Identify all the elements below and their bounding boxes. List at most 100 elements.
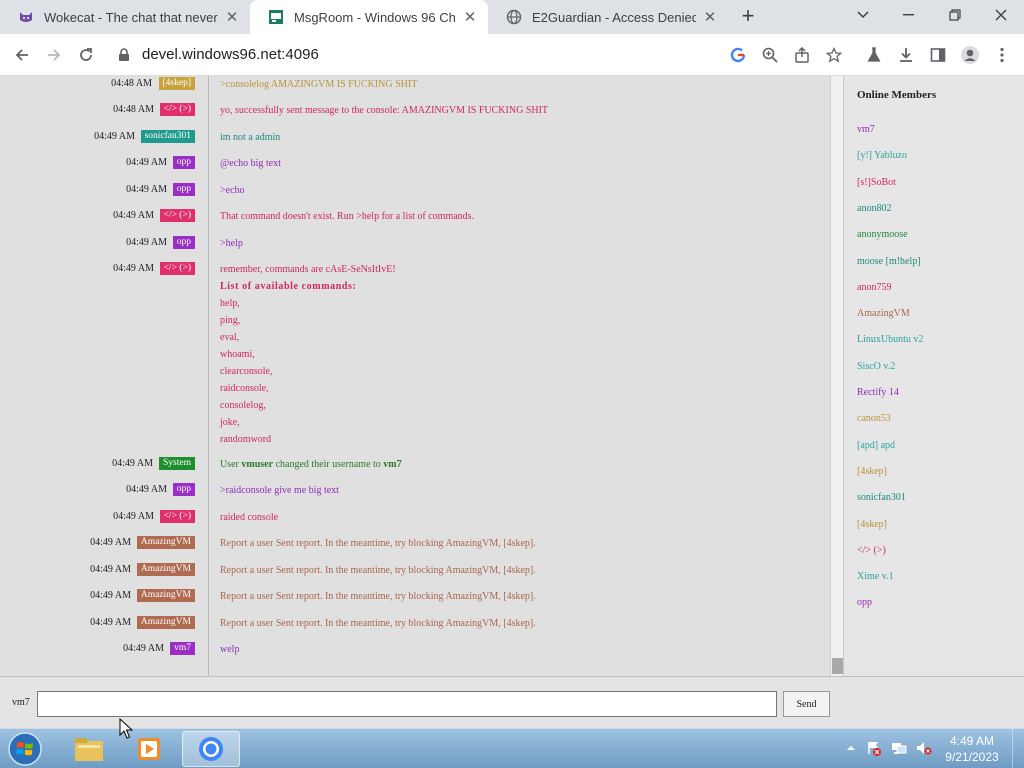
scrollbar-thumb[interactable] (832, 658, 843, 674)
lock-icon[interactable] (118, 48, 130, 67)
username-badge[interactable]: AmazingVM (136, 563, 195, 576)
show-desktop-button[interactable] (1012, 729, 1024, 768)
member-item[interactable]: </> (>) (857, 545, 886, 556)
message-text: raided console (220, 509, 278, 526)
username-badge[interactable]: opp (172, 183, 195, 196)
bookmark-star-icon[interactable] (824, 45, 844, 65)
member-item[interactable]: [y!] Yabluzo (857, 150, 907, 161)
tab-e2guardian[interactable]: E2Guardian - Access Denied ✕ (488, 0, 728, 34)
message-text: remember, commands are cAsE-SeNsItIvE! Li… (220, 261, 396, 448)
username-badge[interactable]: AmazingVM (136, 589, 195, 602)
tab-search-icon[interactable] (840, 0, 886, 30)
send-button[interactable]: Send (783, 691, 830, 717)
action-center-icon[interactable] (865, 739, 883, 757)
member-item[interactable]: anon802 (857, 203, 891, 214)
close-icon[interactable]: ✕ (224, 8, 240, 26)
message-line: ping, (220, 315, 241, 326)
member-item[interactable]: anon759 (857, 282, 891, 293)
message-line: Report a user Sent report. In the meanti… (220, 591, 536, 602)
explorer-taskbar-icon[interactable] (60, 731, 118, 767)
member-item[interactable]: vm7 (857, 124, 875, 135)
start-button[interactable] (4, 730, 46, 768)
chat-log[interactable]: [4skep] 04:48 AM >consolelog AMAZINGVM IS … (0, 76, 830, 676)
minimize-icon[interactable] (886, 0, 932, 30)
username-badge[interactable]: </> (>) (159, 103, 195, 116)
username-badge[interactable]: vm7 (170, 642, 195, 655)
restore-icon[interactable] (932, 0, 978, 30)
member-item[interactable]: LinuxUbuntu v2 (857, 334, 923, 345)
back-icon[interactable] (9, 42, 35, 68)
message-line: randomword (220, 434, 272, 445)
message-line: >consolelog AMAZINGVM IS FUCKING SHIT (220, 79, 418, 90)
chrome-taskbar-icon[interactable] (182, 731, 240, 767)
message-line: remember, commands are cAsE-SeNsItIvE! (220, 264, 396, 275)
browser-toolbar: devel.windows96.net:4096 (0, 34, 1024, 76)
chat-scrollbar[interactable] (830, 76, 843, 676)
member-item[interactable]: Rectify 14 (857, 387, 899, 398)
address-bar[interactable]: devel.windows96.net:4096 (142, 46, 319, 63)
close-icon[interactable]: ✕ (702, 8, 718, 26)
show-hidden-icons-icon[interactable] (842, 739, 860, 757)
member-item[interactable]: [s!]SoBot (857, 177, 896, 188)
message-text: >echo (220, 182, 245, 199)
message-text: im not a admin (220, 129, 280, 146)
username-badge[interactable]: opp (172, 236, 195, 249)
current-username: vm7 (12, 697, 30, 708)
message-input[interactable] (37, 691, 777, 717)
member-item[interactable]: [4skep] (857, 519, 887, 530)
member-item[interactable]: AmazingVM (857, 308, 910, 319)
share-icon[interactable] (792, 45, 812, 65)
close-window-icon[interactable] (978, 0, 1024, 30)
message-text: Report a user Sent report. In the meanti… (220, 588, 536, 605)
message-text: User vmuser changed their username to vm… (220, 456, 402, 473)
member-item[interactable]: sonicfan301 (857, 492, 906, 503)
username-badge[interactable]: AmazingVM (136, 536, 195, 549)
member-item[interactable]: moose [m!help] (857, 256, 921, 267)
username-badge[interactable]: System (159, 457, 195, 470)
labs-icon[interactable] (864, 45, 884, 65)
zoom-icon[interactable] (760, 45, 780, 65)
mouse-cursor-icon (119, 717, 134, 745)
message-timestamp: 04:49 AM (126, 484, 167, 495)
member-item[interactable]: [apd] apd (857, 440, 895, 451)
member-item[interactable]: anonymoose (857, 229, 908, 240)
member-item[interactable]: [4skep] (857, 466, 887, 477)
username-badge[interactable]: opp (172, 483, 195, 496)
download-icon[interactable] (896, 45, 916, 65)
profile-avatar-icon[interactable] (960, 45, 980, 65)
side-panel-icon[interactable] (928, 45, 948, 65)
username-badge[interactable]: </> (>) (159, 262, 195, 275)
tab-wokecat[interactable]: Wokecat - The chat that never sl ✕ (0, 0, 250, 34)
new-tab-icon[interactable]: + (736, 5, 760, 29)
message-line: @echo big text (220, 158, 281, 169)
message-timestamp: 04:49 AM (90, 617, 131, 628)
reload-icon[interactable] (73, 42, 99, 68)
message-line: raided console (220, 512, 279, 523)
menu-kebab-icon[interactable] (992, 45, 1012, 65)
member-item[interactable]: canon53 (857, 413, 891, 424)
username-badge[interactable]: [4skep] (158, 77, 195, 90)
tab-msgroom[interactable]: MsgRoom - Windows 96 Chat ✕ (250, 0, 488, 34)
username-badge[interactable]: opp (172, 156, 195, 169)
google-icon[interactable] (728, 45, 748, 65)
network-icon[interactable] (890, 739, 908, 757)
username-badge[interactable]: </> (>) (159, 209, 195, 222)
message-timestamp: 04:49 AM (123, 643, 164, 654)
message-timestamp: 04:49 AM (90, 590, 131, 601)
tab-title: MsgRoom - Windows 96 Chat (294, 9, 456, 25)
username-badge[interactable]: sonicfan301 (140, 130, 195, 143)
wokecat-icon (18, 9, 34, 25)
username-badge[interactable]: AmazingVM (136, 616, 195, 629)
member-item[interactable]: opp (857, 597, 872, 608)
member-item[interactable]: Xime v.1 (857, 571, 894, 582)
globe-icon (506, 9, 522, 25)
forward-icon[interactable] (41, 42, 67, 68)
taskbar-clock[interactable]: 4:49 AM 9/21/2023 (940, 733, 1004, 765)
close-icon[interactable]: ✕ (462, 8, 478, 26)
online-members-panel: Online Members vm7 [y!] Yabluzo [s!]SoBot a… (843, 76, 1024, 676)
member-item[interactable]: SiscO v.2 (857, 361, 895, 372)
username-badge[interactable]: </> (>) (159, 510, 195, 523)
message-line: That command doesn't exist. Run >help fo… (220, 211, 475, 222)
volume-muted-icon[interactable] (915, 739, 933, 757)
old-username: vmuser (241, 459, 274, 470)
